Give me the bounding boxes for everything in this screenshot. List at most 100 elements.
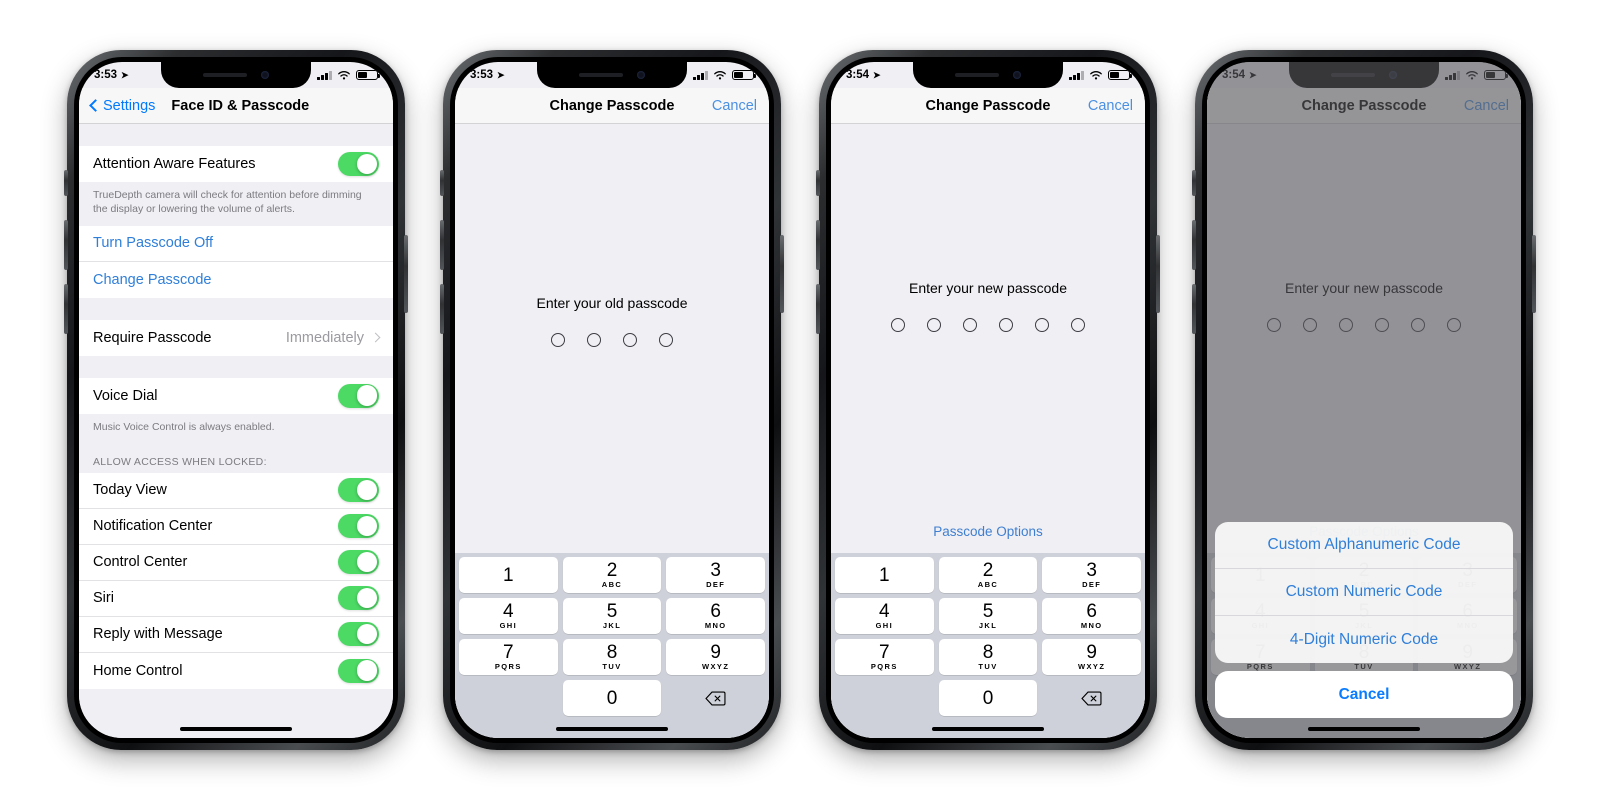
cancel-button[interactable]: Cancel (712, 98, 757, 114)
row-notification-center[interactable]: Notification Center (79, 508, 393, 545)
volume-up-button[interactable] (1192, 220, 1196, 270)
key-3[interactable]: 3DEF (666, 557, 766, 593)
silent-switch[interactable] (440, 170, 444, 196)
status-time: 3:53 (94, 69, 118, 81)
volume-down-button[interactable] (64, 284, 68, 334)
key-blank (459, 680, 558, 716)
passcode-dots (891, 318, 1085, 332)
toggle-control-center[interactable] (338, 550, 379, 575)
cellular-signal-icon (1069, 70, 1084, 80)
earpiece-speaker (203, 73, 247, 77)
list-gap (79, 124, 393, 146)
key-5[interactable]: 5JKL (938, 598, 1038, 634)
row-label: Change Passcode (93, 271, 212, 288)
volume-up-button[interactable] (440, 220, 444, 270)
wifi-icon (714, 70, 726, 80)
delete-key[interactable] (666, 680, 765, 716)
key-7[interactable]: 7PQRS (835, 639, 934, 675)
home-indicator[interactable] (1308, 726, 1420, 731)
numeric-keypad[interactable]: 1 2ABC 3DEF 4GHI 5JKL 6MNO 7PQRS 8TUV 9W… (831, 553, 1145, 738)
key-9[interactable]: 9WXYZ (666, 639, 766, 675)
key-9[interactable]: 9WXYZ (1042, 639, 1142, 675)
option-4-digit-numeric-code[interactable]: 4-Digit Numeric Code (1215, 616, 1513, 663)
key-0[interactable]: 0 (562, 680, 662, 716)
home-indicator[interactable] (180, 726, 292, 731)
cellular-signal-icon (693, 70, 708, 80)
status-time: 3:54 (846, 69, 870, 81)
front-camera-icon (637, 71, 645, 79)
toggle-reply-with-message[interactable] (338, 622, 379, 647)
power-button[interactable] (404, 235, 408, 313)
row-turn-passcode-off[interactable]: Turn Passcode Off (79, 225, 393, 262)
keypad-row: 0 (459, 680, 765, 716)
location-arrow-icon: ➤ (873, 69, 881, 80)
volume-up-button[interactable] (64, 220, 68, 270)
key-3[interactable]: 3DEF (1042, 557, 1142, 593)
page-title: Face ID & Passcode (171, 97, 310, 114)
key-4[interactable]: 4GHI (459, 598, 558, 634)
volume-down-button[interactable] (816, 284, 820, 334)
power-button[interactable] (1532, 235, 1536, 313)
row-attention-aware-features[interactable]: Attention Aware Features (79, 146, 393, 182)
settings-list[interactable]: Attention Aware Features TrueDepth camer… (79, 124, 393, 738)
home-indicator[interactable] (932, 726, 1044, 731)
toggle-voice-dial[interactable] (338, 383, 379, 408)
action-sheet-cancel-button[interactable]: Cancel (1215, 671, 1513, 718)
toggle-siri[interactable] (338, 586, 379, 611)
list-gap (79, 355, 393, 378)
passcode-dot (587, 332, 601, 347)
toggle-knob (356, 551, 378, 573)
row-label: Reply with Message (93, 626, 223, 643)
silent-switch[interactable] (816, 170, 820, 196)
toggle-home-control[interactable] (338, 658, 379, 683)
toggle-today-view[interactable] (338, 478, 379, 503)
keypad-row: 7PQRS 8TUV 9WXYZ (835, 639, 1142, 675)
row-home-control[interactable]: Home Control (79, 652, 393, 689)
key-6[interactable]: 6MNO (1042, 598, 1142, 634)
toggle-knob (356, 153, 378, 175)
row-today-view[interactable]: Today View (79, 472, 393, 509)
silent-switch[interactable] (64, 170, 68, 196)
key-0[interactable]: 0 (938, 680, 1038, 716)
delete-key[interactable] (1042, 680, 1141, 716)
row-voice-dial[interactable]: Voice Dial (79, 377, 393, 414)
key-8[interactable]: 8TUV (562, 639, 662, 675)
volume-down-button[interactable] (440, 284, 444, 334)
key-4[interactable]: 4GHI (835, 598, 934, 634)
key-letters: TUV (602, 662, 622, 672)
toggle-notification-center[interactable] (338, 514, 379, 539)
toggle-attention-aware-features[interactable] (338, 152, 379, 176)
option-custom-alphanumeric-code[interactable]: Custom Alphanumeric Code (1215, 522, 1513, 569)
volume-up-button[interactable] (816, 220, 820, 270)
key-1[interactable]: 1 (459, 557, 558, 593)
key-5[interactable]: 5JKL (562, 598, 662, 634)
row-reply-with-message[interactable]: Reply with Message (79, 616, 393, 653)
key-2[interactable]: 2ABC (562, 557, 662, 593)
row-siri[interactable]: Siri (79, 580, 393, 617)
keypad-row: 1 2ABC 3DEF (459, 557, 766, 593)
key-8[interactable]: 8TUV (938, 639, 1038, 675)
passcode-options-link[interactable]: Passcode Options (831, 524, 1145, 553)
key-7[interactable]: 7PQRS (459, 639, 558, 675)
power-button[interactable] (780, 235, 784, 313)
option-custom-numeric-code[interactable]: Custom Numeric Code (1215, 569, 1513, 616)
power-button[interactable] (1156, 235, 1160, 313)
back-button[interactable]: Settings (89, 98, 155, 114)
key-1[interactable]: 1 (835, 557, 934, 593)
row-control-center[interactable]: Control Center (79, 544, 393, 581)
key-letters: JKL (978, 621, 998, 631)
silent-switch[interactable] (1192, 170, 1196, 196)
keypad-row: 1 2ABC 3DEF (835, 557, 1142, 593)
screen: 3:54 ➤ Change Passcode Cancel (831, 62, 1145, 738)
toggle-knob (356, 660, 378, 681)
volume-down-button[interactable] (1192, 284, 1196, 334)
numeric-keypad[interactable]: 1 2ABC 3DEF 4GHI 5JKL 6MNO 7PQRS 8TUV 9W… (455, 553, 769, 738)
home-indicator[interactable] (556, 726, 668, 731)
key-2[interactable]: 2ABC (938, 557, 1038, 593)
row-change-passcode[interactable]: Change Passcode (79, 261, 393, 298)
status-right (693, 69, 756, 81)
key-6[interactable]: 6MNO (666, 598, 766, 634)
row-require-passcode[interactable]: Require Passcode Immediately (79, 319, 393, 356)
cancel-button[interactable]: Cancel (1088, 98, 1133, 114)
key-number: 5 (982, 601, 994, 623)
